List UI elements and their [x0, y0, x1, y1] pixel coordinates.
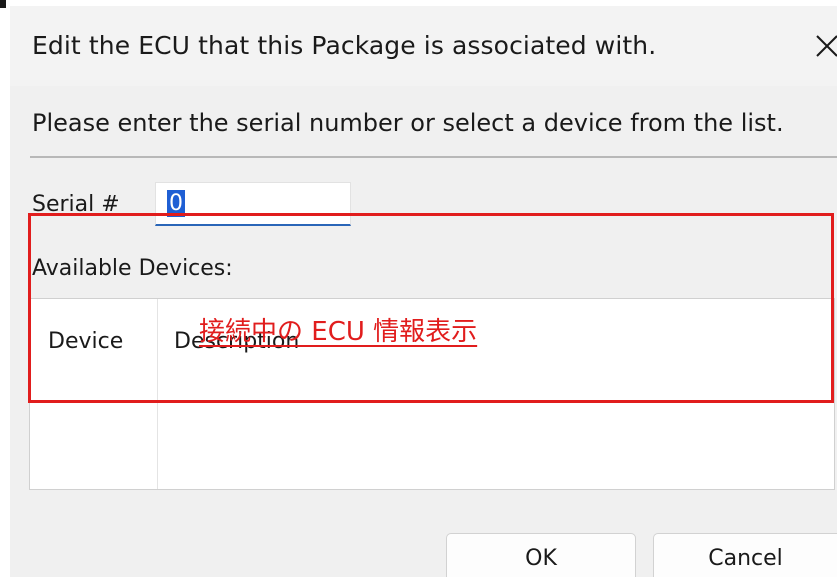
window-corner-mark — [0, 0, 6, 8]
close-icon — [816, 35, 837, 57]
cancel-button[interactable]: Cancel — [653, 533, 837, 577]
annotation-text: 接続中の ECU 情報表示 — [199, 317, 478, 347]
instruction-text: Please enter the serial number or select… — [32, 109, 784, 137]
highlight-box — [28, 213, 834, 403]
dialog-titlebar: Edit the ECU that this Package is associ… — [10, 6, 837, 86]
close-button[interactable] — [814, 32, 837, 60]
divider — [30, 156, 837, 158]
dialog-title: Edit the ECU that this Package is associ… — [32, 31, 657, 60]
ok-button[interactable]: OK — [446, 533, 636, 577]
